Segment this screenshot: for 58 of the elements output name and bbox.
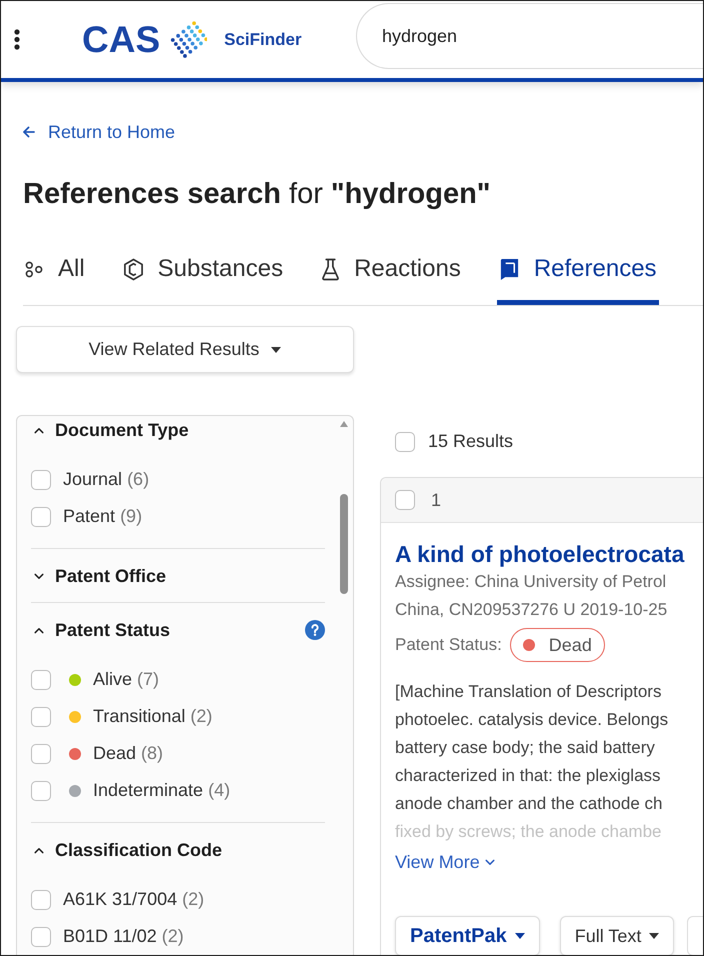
result-detail: Assignee: China University of Petrol bbox=[395, 571, 668, 593]
checkbox[interactable] bbox=[31, 744, 51, 764]
filter-option-label: Dead (8) bbox=[93, 742, 164, 765]
checkbox[interactable] bbox=[395, 432, 415, 452]
status-field-label: Patent Status: bbox=[395, 634, 502, 656]
menu-icon[interactable] bbox=[14, 29, 20, 50]
filter-section-header[interactable]: Document Type bbox=[31, 416, 189, 444]
scroll-up-arrow-icon[interactable] bbox=[340, 421, 348, 427]
flask-icon bbox=[321, 258, 340, 280]
filter-option-label: Alive (7) bbox=[93, 668, 160, 691]
caret-down-icon bbox=[514, 933, 525, 939]
tab[interactable]: Reactions bbox=[319, 254, 463, 305]
result-number: 1 bbox=[431, 488, 442, 512]
full-text-button[interactable]: Full Text bbox=[560, 916, 674, 955]
partial-button[interactable] bbox=[687, 916, 703, 955]
filter-option-label: Transitional (2) bbox=[93, 705, 212, 728]
circles-icon bbox=[25, 260, 44, 278]
checkbox[interactable] bbox=[31, 890, 51, 910]
patent-button[interactable]: PatentPak bbox=[395, 916, 540, 955]
logo-text: CAS bbox=[82, 21, 160, 58]
result-detail: China, CN209537276 U 2019-10-25 bbox=[395, 599, 668, 621]
filter-section-header[interactable]: Patent Office bbox=[31, 562, 166, 590]
scrollbar-thumb[interactable] bbox=[340, 494, 348, 594]
tab[interactable]: All bbox=[23, 254, 87, 305]
filter-option-label: B01D 11/02 (2) bbox=[63, 925, 184, 948]
page-title: References search for "hydrogen" bbox=[23, 177, 491, 211]
filter-option-label: Indeterminate (4) bbox=[93, 779, 230, 802]
abstract-text: [Machine Translation of Descriptors photoelec. catalysis device. Belongs battery case body; the said battery characterized in that: the plexiglass anode chamber and the cathode ch fixed by screws; the anode chambe bbox=[395, 681, 670, 843]
view-more-link[interactable]: View More bbox=[395, 850, 495, 874]
chevron-down-icon bbox=[484, 858, 495, 866]
help-icon[interactable] bbox=[305, 620, 325, 640]
arrow-left-icon bbox=[23, 126, 35, 138]
logo-icon bbox=[169, 20, 208, 58]
product-name: SciFinder bbox=[224, 28, 302, 51]
result-title[interactable]: A kind of photoelectrocata bbox=[395, 540, 703, 568]
filter-option-label: Patent (9) bbox=[63, 505, 142, 528]
hexagon-icon bbox=[122, 258, 144, 280]
tab[interactable]: References bbox=[496, 254, 659, 305]
results-count: 15 Results bbox=[428, 430, 514, 453]
filter-option-label: Journal (6) bbox=[63, 468, 150, 491]
checkbox[interactable] bbox=[31, 926, 51, 946]
caret-down-icon bbox=[271, 346, 282, 352]
checkbox[interactable] bbox=[31, 670, 51, 690]
filter-option-label: A61K 31/7004 (2) bbox=[63, 888, 204, 911]
checkbox[interactable] bbox=[31, 706, 51, 726]
filter-section-header[interactable]: Classification Code bbox=[31, 836, 222, 864]
status-text: Dead bbox=[548, 634, 592, 656]
filter-section-header[interactable]: Patent Status bbox=[31, 616, 170, 644]
checkbox[interactable] bbox=[395, 490, 415, 510]
related-results-button[interactable]: View Related Results bbox=[16, 326, 354, 373]
checkbox[interactable] bbox=[31, 780, 51, 800]
search-field[interactable]: hydrogen bbox=[356, 3, 703, 69]
back-link[interactable]: Return to Home bbox=[23, 120, 176, 144]
checkbox[interactable] bbox=[31, 470, 51, 490]
tab[interactable]: Substances bbox=[120, 254, 286, 305]
checkbox[interactable] bbox=[31, 506, 51, 526]
caret-down-icon bbox=[649, 933, 660, 939]
book-icon bbox=[498, 258, 520, 280]
